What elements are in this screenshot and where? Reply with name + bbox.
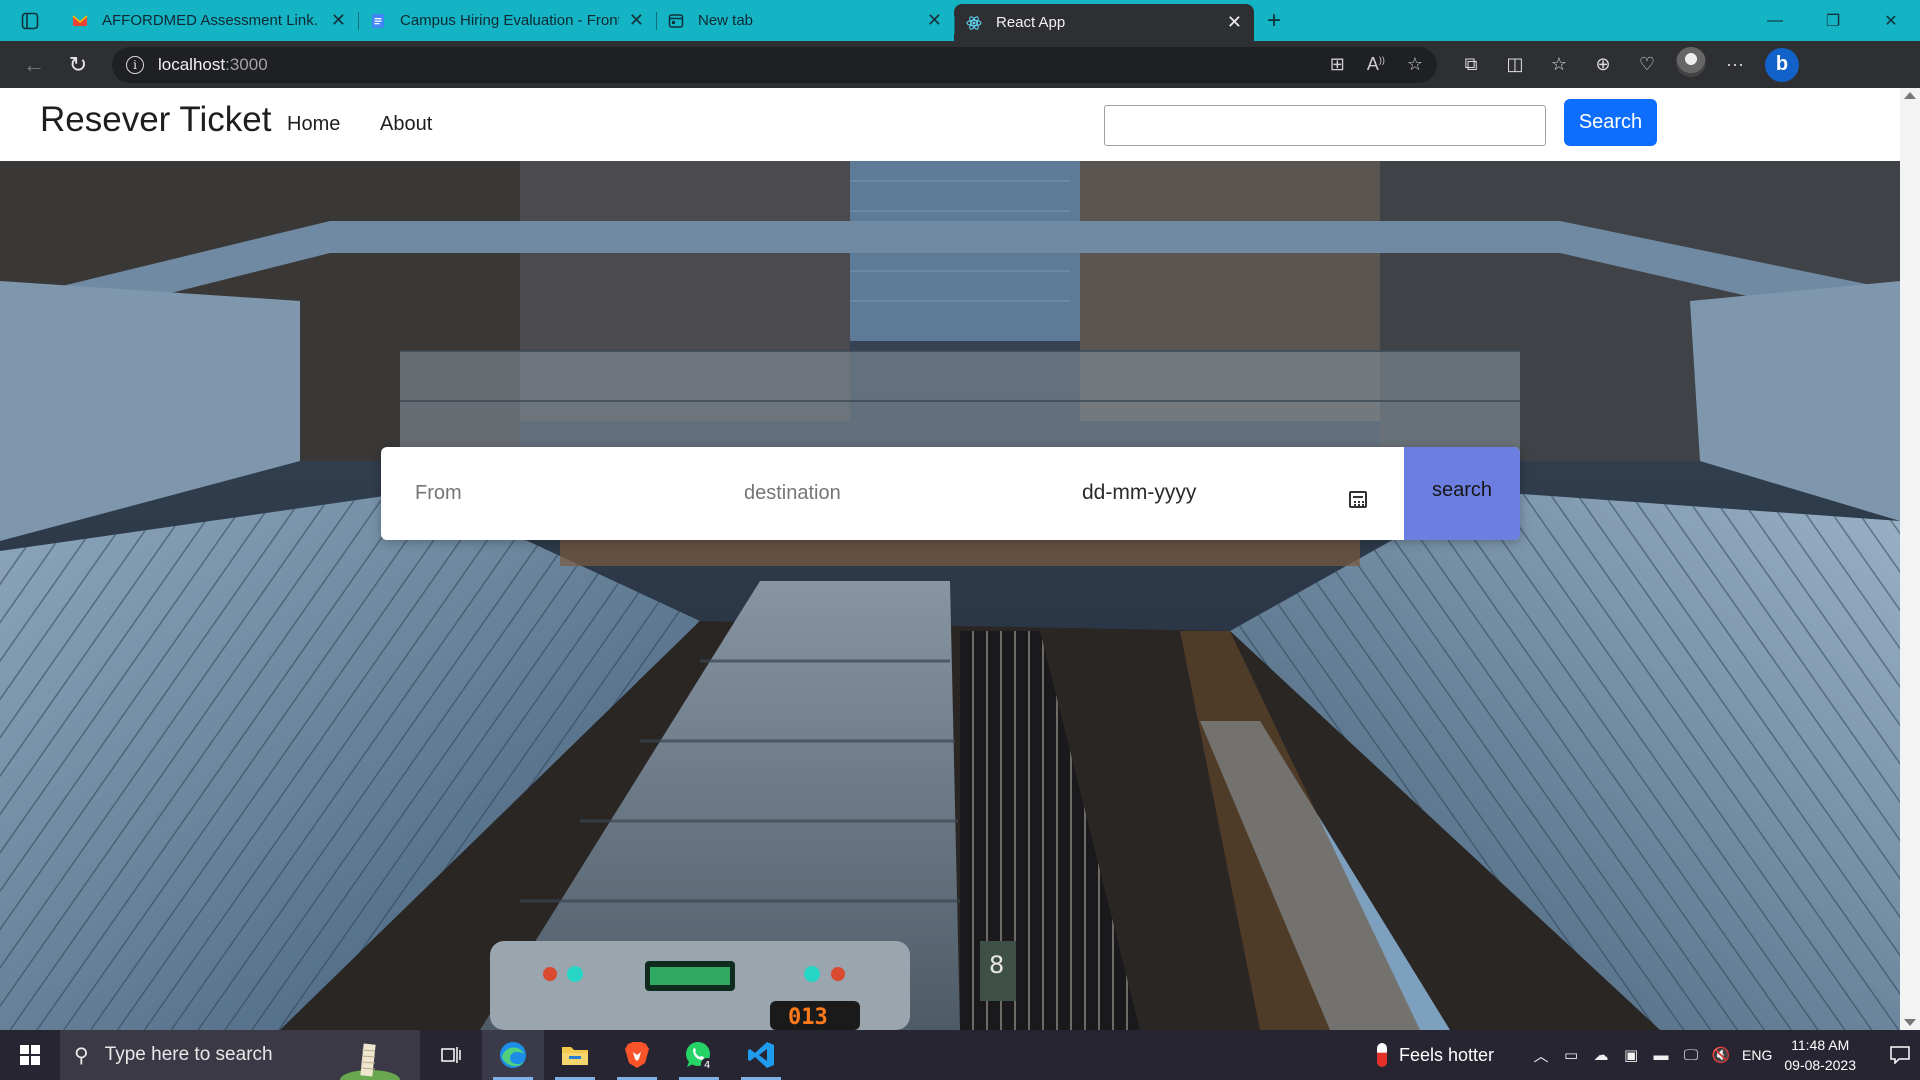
tab-campus-hiring[interactable]: Campus Hiring Evaluation - Front ✕ [358,0,656,41]
language-indicator[interactable]: ENG [1742,1047,1772,1063]
display-icon[interactable]: ▣ [1616,1046,1646,1064]
whatsapp-badge: 4 [704,1060,710,1070]
page-viewport: Resever Ticket Home About Search 013 8 F… [0,88,1920,1030]
back-button[interactable]: ← [12,47,56,83]
site-brand[interactable]: Resever Ticket [40,100,271,140]
volume-muted-icon[interactable]: 🔇 [1706,1046,1736,1064]
favorite-star-icon[interactable]: ☆ [1407,54,1423,75]
refresh-button[interactable]: ↻ [56,47,100,83]
from-input[interactable] [381,447,701,540]
clock-date: 09-08-2023 [1784,1057,1856,1073]
close-tab-icon[interactable]: ✕ [927,10,942,31]
svg-text:013: 013 [788,1005,828,1030]
read-aloud-icon[interactable]: A)) [1367,54,1385,75]
svg-text:8: 8 [989,951,1004,979]
onedrive-icon[interactable]: ☁ [1586,1046,1616,1064]
extensions-icon[interactable]: ⧉ [1449,54,1493,75]
react-icon [966,15,982,30]
tab-react-app[interactable]: React App ✕ [954,4,1254,41]
search-icon: ⚲ [74,1044,89,1067]
toolbar-icons: ⧉ ◫ ☆ ⊕ ♡ ··· [1449,47,1757,82]
collections-icon[interactable]: ⊕ [1581,54,1625,75]
destination-input[interactable] [711,447,1041,540]
restore-icon[interactable]: ❐ [1804,0,1862,41]
nav-link-home[interactable]: Home [287,113,340,136]
browser-toolbar: ← ↻ i localhost:3000 ⊞ A)) ☆ ⧉ ◫ ☆ ⊕ ♡ ·… [0,41,1920,88]
calendar-icon[interactable] [1349,491,1367,508]
minimize-icon[interactable]: — [1746,0,1804,41]
whatsapp-icon[interactable]: 4 [668,1030,730,1080]
taskbar-search-box[interactable]: ⚲ Type here to search [60,1030,420,1080]
url-host: localhost [158,54,226,74]
train-station-image: 013 8 [0,161,1900,1030]
close-window-icon[interactable]: ✕ [1862,0,1920,41]
taskbar-clock[interactable]: 11:48 AM 09-08-2023 [1784,1035,1856,1075]
site-navbar: Resever Ticket Home About Search [0,88,1900,161]
navbar-search-input[interactable] [1104,105,1546,146]
clock-time: 11:48 AM [1791,1037,1850,1053]
windows-taskbar: ⚲ Type here to search 4 Feels hotter ︿ ▭… [0,1030,1920,1080]
profile-avatar[interactable] [1669,47,1713,82]
weather-text: Feels hotter [1398,1044,1495,1065]
tab-new-tab[interactable]: New tab ✕ [656,0,954,41]
bing-copilot-icon[interactable]: b [1765,47,1799,82]
tab-title: AFFORDMED Assessment Link. - [102,12,321,29]
split-screen-icon[interactable]: ◫ [1493,54,1537,75]
window-controls: — ❐ ✕ [1746,0,1920,41]
taskbar-search-placeholder: Type here to search [104,1044,273,1065]
search-highlight-icon [340,1043,400,1080]
system-tray: Feels hotter ︿ ▭ ☁ ▣ ▬ 🖵 🔇 ENG 11:48 AM … [1376,1030,1920,1080]
tab-affordmed[interactable]: AFFORDMED Assessment Link. - ✕ [60,0,358,41]
gmail-icon [72,14,88,26]
browser-tab-strip: AFFORDMED Assessment Link. - ✕ Campus Hi… [0,0,1920,41]
file-explorer-icon[interactable] [544,1030,606,1080]
navbar-search-button[interactable]: Search [1564,99,1657,146]
edge-icon[interactable] [482,1030,544,1080]
nav-link-about[interactable]: About [380,113,432,136]
windows-logo-icon [20,1045,40,1065]
scroll-down-icon[interactable] [1904,1019,1916,1026]
date-input[interactable]: dd-mm-yyyy [1082,481,1196,505]
start-button[interactable] [0,1030,60,1080]
tab-title: Campus Hiring Evaluation - Front [400,12,619,29]
tab-actions-icon [21,12,39,29]
tab-title: React App [996,14,1066,31]
show-hidden-icons-icon[interactable]: ︿ [1526,1045,1556,1066]
scroll-up-icon[interactable] [1904,92,1916,99]
new-tab-button[interactable]: + [1254,7,1294,35]
tab-actions-button[interactable] [0,0,60,41]
page-scrollbar[interactable] [1900,88,1920,1030]
vscode-icon[interactable] [730,1030,792,1080]
google-docs-icon [372,13,384,28]
battery-icon[interactable]: ▬ [1646,1047,1676,1064]
app-available-icon[interactable]: ⊞ [1330,54,1345,75]
tab-title: New tab [698,12,754,29]
brave-icon[interactable] [606,1030,668,1080]
close-tab-icon[interactable]: ✕ [331,10,346,31]
address-bar[interactable]: i localhost:3000 ⊞ A)) ☆ [112,46,1437,83]
site-info-icon[interactable]: i [126,55,144,74]
booking-search-button[interactable]: search [1404,447,1520,540]
url-port: :3000 [225,54,268,74]
booking-search-form: dd-mm-yyyy search [381,447,1520,540]
notifications-icon[interactable] [1880,1030,1920,1080]
hero-background: 013 8 dd-mm-yyyy search [0,161,1900,1030]
close-tab-icon[interactable]: ✕ [629,10,644,31]
task-view-icon[interactable] [420,1030,482,1080]
browser-essentials-icon[interactable]: ♡ [1625,54,1669,75]
more-menu-icon[interactable]: ··· [1713,54,1757,75]
new-tab-icon [668,13,684,28]
meet-now-icon[interactable]: ▭ [1556,1046,1586,1064]
favorites-icon[interactable]: ☆ [1537,54,1581,75]
network-icon[interactable]: 🖵 [1676,1047,1706,1064]
thermometer-icon [1376,1043,1387,1067]
close-tab-icon[interactable]: ✕ [1227,12,1242,33]
address-bar-actions: ⊞ A)) ☆ [1330,54,1423,75]
weather-widget[interactable]: Feels hotter [1376,1043,1495,1067]
